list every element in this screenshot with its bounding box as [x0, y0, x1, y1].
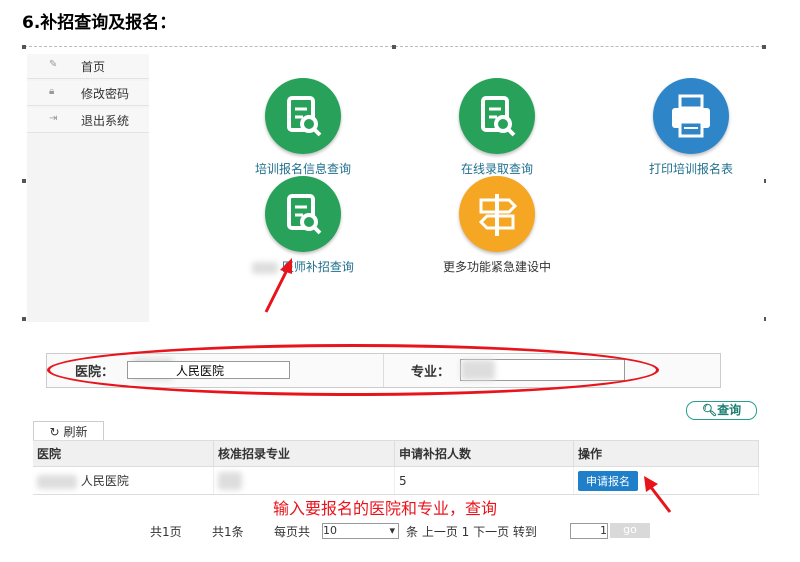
pencil-icon: ✎ [49, 59, 58, 70]
document-search-icon [459, 78, 535, 154]
document-search-icon [265, 78, 341, 154]
refresh-button[interactable]: ↻ 刷新 [33, 421, 104, 442]
lock-icon: 🔒︎ [49, 86, 55, 97]
tile-training-info-query[interactable]: 培训报名信息查询 [248, 78, 358, 177]
page-size-select[interactable]: 10 ▾ [322, 523, 399, 539]
blurred-text [218, 471, 242, 490]
document-search-icon [265, 176, 341, 252]
go-button[interactable]: go [610, 523, 650, 538]
col-hospital: 医院 [33, 440, 214, 467]
sidebar-item-home[interactable]: ✎ 首页 [27, 54, 149, 79]
red-arrow-annotation [264, 258, 292, 313]
red-arrow-annotation [644, 476, 672, 513]
col-action: 操作 [573, 440, 759, 467]
table-header-row: 医院 核准招录专业 申请补招人数 操作 [33, 440, 759, 467]
sidebar-item-change-password[interactable]: 🔒︎ 修改密码 [27, 81, 149, 106]
tile-more-functions[interactable]: 更多功能紧急建设中 [434, 176, 560, 275]
printer-icon [653, 78, 729, 154]
sidebar-item-logout[interactable]: ⇥ 退出系统 [27, 108, 149, 133]
col-count: 申请补招人数 [394, 440, 574, 467]
document-title: 6.补招查询及报名： [22, 13, 177, 33]
signpost-icon [459, 176, 535, 252]
query-button[interactable]: 🔍︎查询 [686, 401, 757, 420]
blurred-text [37, 474, 77, 489]
tile-online-admission-query[interactable]: 在线录取查询 [442, 78, 552, 177]
goto-page-input[interactable]: 1 [570, 523, 608, 539]
refresh-icon: ↻ [49, 425, 60, 439]
function-panel: 培训报名信息查询 在线录取查询 打印培训报名表 医师补招查询 更多功能紧急建设中 [164, 54, 764, 321]
pagination: 共1页 共1条 每页共 10 ▾ 条 上一页 1 下一页 转到 1 go [150, 523, 670, 541]
tile-print-registration-form[interactable]: 打印培训报名表 [636, 78, 746, 177]
search-icon: 🔍︎ [701, 403, 718, 417]
apply-button[interactable]: 申请报名 [578, 470, 638, 491]
logout-icon: ⇥ [49, 113, 58, 124]
red-ellipse-annotation [47, 344, 659, 396]
col-major: 核准招录专业 [213, 440, 395, 467]
dropdown-arrow-icon: ▾ [389, 524, 395, 537]
annotation-text: 输入要报名的医院和专业，查询 [273, 499, 498, 518]
sidebar: ✎ 首页 🔒︎ 修改密码 ⇥ 退出系统 [27, 54, 149, 322]
